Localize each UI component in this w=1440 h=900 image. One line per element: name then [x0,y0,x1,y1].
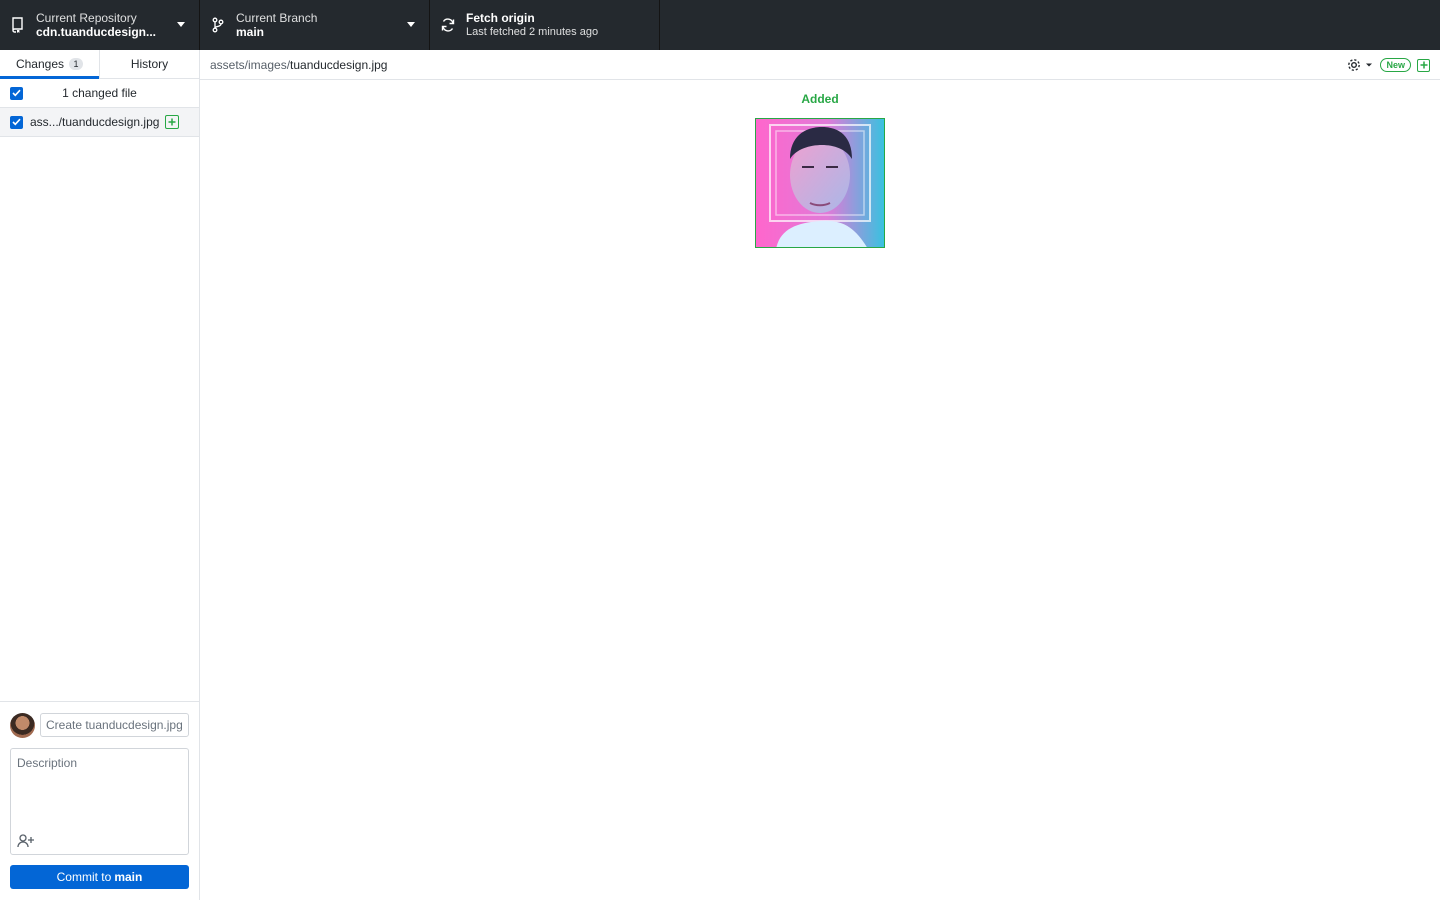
tab-changes-label: Changes [15,57,65,71]
branch-name: main [236,25,265,39]
select-all-checkbox[interactable] [10,86,23,100]
commit-button[interactable]: Commit to main [10,865,189,889]
diff-settings-button[interactable] [1346,56,1373,74]
sidebar: Changes 1 History 1 changed file ass.../… [0,50,200,900]
last-fetched-text: Last fetched 2 minutes ago [466,26,599,38]
branch-label: Current Branch [236,11,318,25]
diff-view: assets/images/ tuanducdesign.jpg New Add… [200,50,1440,900]
current-repository-button[interactable]: Current Repository cdn.tuanducdesign... [0,0,200,50]
portrait-image [756,119,884,247]
chevron-down-icon [177,22,185,27]
avatar [10,712,35,738]
new-file-badge: New [1380,58,1411,72]
changes-count-badge: 1 [69,58,84,70]
tab-history-label: History [130,57,169,71]
commit-form: Description Commit to main [0,701,199,900]
file-path: ass.../tuanducdesign.jpg [30,115,160,129]
fetch-origin-button[interactable]: Fetch origin Last fetched 2 minutes ago [430,0,660,50]
commit-description-field[interactable]: Description [10,748,189,855]
sidebar-tabs: Changes 1 History [0,50,199,79]
repo-name: cdn.tuanducdesign... [36,25,157,39]
branch-icon [210,17,226,33]
chevron-down-icon [407,22,415,27]
add-coauthor-icon[interactable] [17,834,35,848]
diff-status-label: Added [801,92,839,106]
sync-icon [440,17,456,33]
changed-files-header: 1 changed file [0,79,199,108]
file-path-bar: assets/images/ tuanducdesign.jpg New [200,50,1440,80]
tab-history[interactable]: History [100,50,199,78]
file-added-icon [1417,58,1430,72]
file-checkbox[interactable] [10,115,23,129]
tab-changes[interactable]: Changes 1 [0,50,100,79]
file-added-icon [165,115,180,129]
repo-icon [10,17,26,33]
path-filename: tuanducdesign.jpg [290,57,388,72]
commit-button-prefix: Commit to [56,870,112,884]
fetch-label: Fetch origin [466,11,535,25]
image-preview [755,118,885,248]
repo-label: Current Repository [36,11,137,25]
commit-button-branch: main [114,870,143,884]
commit-summary-input[interactable] [40,713,189,737]
list-item[interactable]: ass.../tuanducdesign.jpg [0,108,199,137]
changed-files-count: 1 changed file [62,86,137,100]
description-placeholder: Description [17,756,78,770]
app-toolbar: Current Repository cdn.tuanducdesign... … [0,0,1440,50]
current-branch-button[interactable]: Current Branch main [200,0,430,50]
path-directory: assets/images/ [210,57,291,72]
